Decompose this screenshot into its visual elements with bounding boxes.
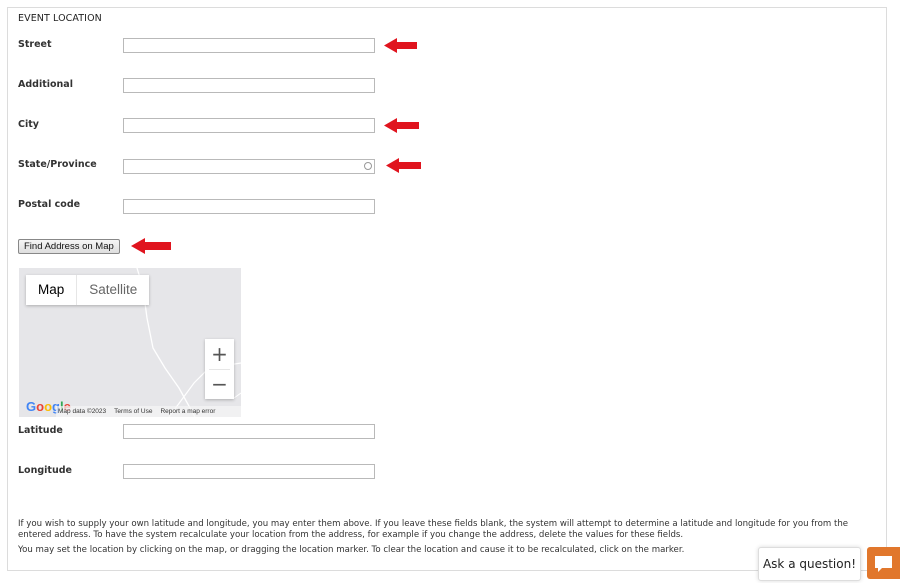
map-type-satellite[interactable]: Satellite xyxy=(77,275,149,305)
street-label: Street xyxy=(18,39,52,50)
map-type-map[interactable]: Map xyxy=(26,275,78,305)
red-arrow-icon xyxy=(384,118,419,133)
state-select[interactable] xyxy=(123,159,375,174)
postal-label: Postal code xyxy=(18,199,81,210)
latitude-input[interactable] xyxy=(123,424,375,439)
section-title: EVENT LOCATION xyxy=(18,13,102,24)
street-input[interactable] xyxy=(123,38,375,53)
map-footer: Map data ©2023 Terms of Use Report a map… xyxy=(56,406,241,417)
terms-of-use-link[interactable]: Terms of Use xyxy=(114,406,152,417)
additional-input[interactable] xyxy=(123,78,375,93)
longitude-label: Longitude xyxy=(18,465,72,476)
additional-label: Additional xyxy=(18,79,73,90)
chat-bubble-icon xyxy=(875,556,892,572)
zoom-out-button[interactable]: − xyxy=(205,369,234,399)
find-address-button[interactable]: Find Address on Map xyxy=(18,239,120,254)
zoom-in-button[interactable]: + xyxy=(205,339,234,369)
help-text-latlong: If you wish to supply your own latitude … xyxy=(18,519,849,540)
longitude-input[interactable] xyxy=(123,464,375,479)
city-input[interactable] xyxy=(123,118,375,133)
zoom-control: + − xyxy=(205,339,234,399)
red-arrow-icon xyxy=(384,38,417,53)
latitude-label: Latitude xyxy=(18,425,63,436)
report-map-error-link[interactable]: Report a map error xyxy=(160,406,215,417)
map-data-attribution: Map data ©2023 xyxy=(58,408,107,415)
map[interactable]: Map Satellite + − Google Map data ©2023 … xyxy=(19,268,241,417)
red-arrow-icon xyxy=(386,158,421,173)
select-circle-icon xyxy=(364,162,372,170)
postal-code-input[interactable] xyxy=(123,199,375,214)
map-type-control: Map Satellite xyxy=(26,275,150,305)
state-label: State/Province xyxy=(18,159,97,170)
chat-button[interactable] xyxy=(867,547,900,579)
city-label: City xyxy=(18,119,39,130)
red-arrow-icon xyxy=(131,238,171,254)
help-text-marker: You may set the location by clicking on … xyxy=(18,545,685,555)
